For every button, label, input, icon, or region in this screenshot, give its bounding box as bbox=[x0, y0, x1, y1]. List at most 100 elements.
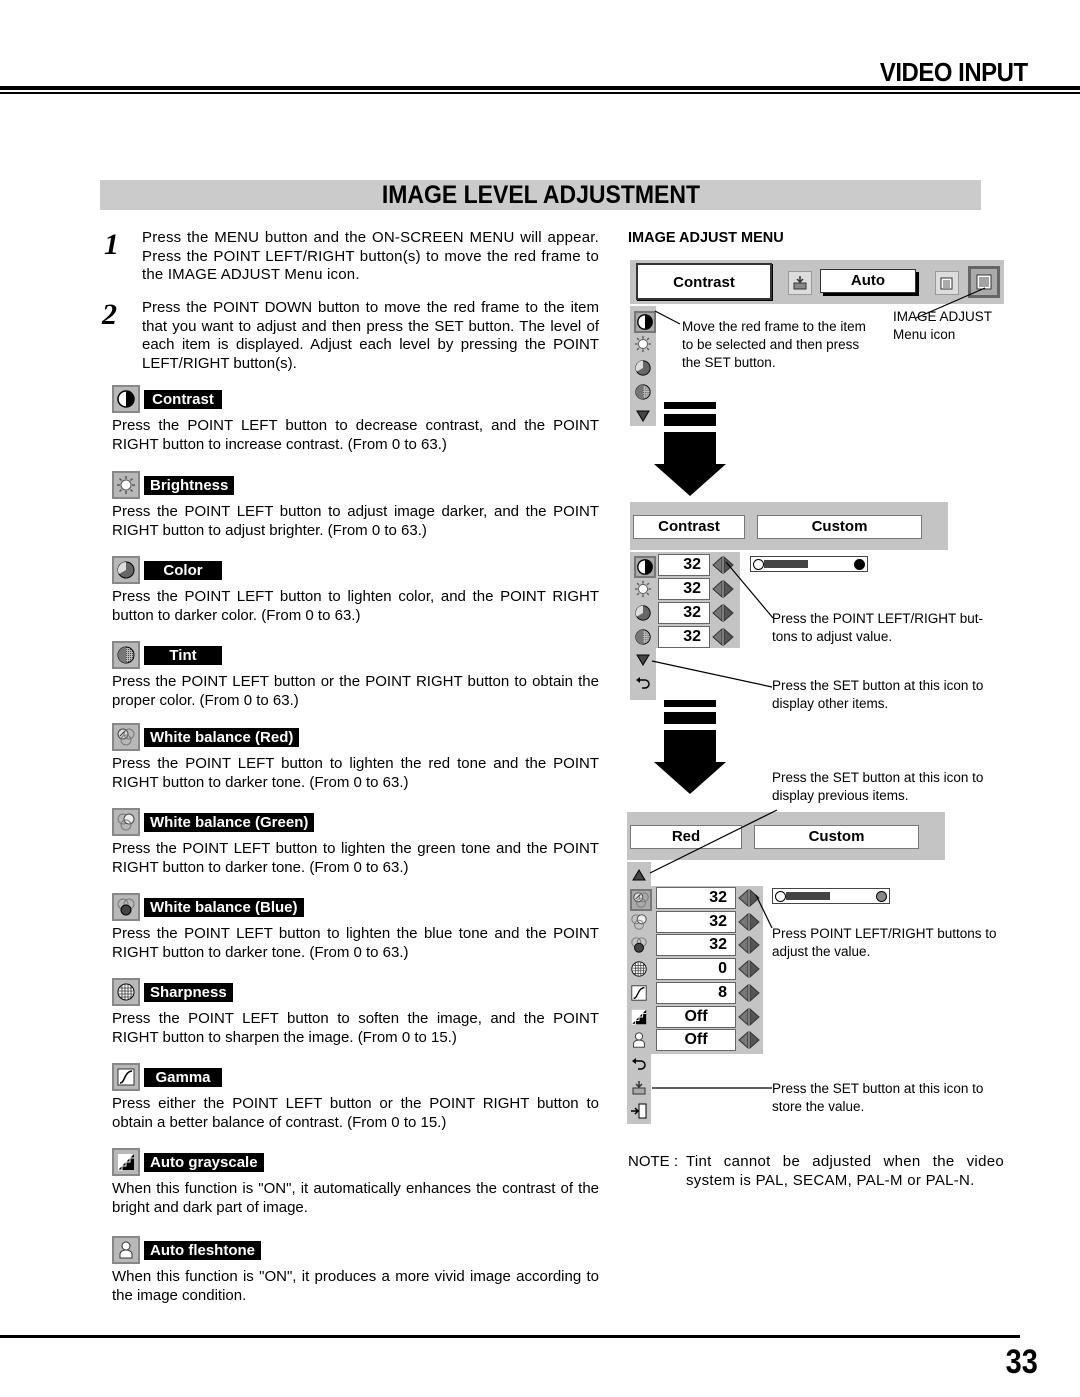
menu2-top-bar: Contrast Custom bbox=[630, 502, 948, 550]
menu2-mode-value[interactable]: Custom bbox=[757, 515, 922, 539]
slider-max-knob bbox=[854, 559, 865, 570]
left-right-arrows-icon[interactable] bbox=[738, 1007, 760, 1026]
page-title-banner: IMAGE LEVEL ADJUSTMENT bbox=[100, 180, 981, 210]
value-field[interactable]: 32 bbox=[658, 578, 710, 600]
reset-icon[interactable] bbox=[630, 1056, 648, 1074]
item-label: Sharpness bbox=[144, 982, 233, 1002]
item-label: Contrast bbox=[144, 389, 222, 409]
left-right-arrows-icon[interactable] bbox=[712, 627, 734, 647]
tint-icon[interactable] bbox=[634, 383, 652, 401]
left-right-arrows-icon[interactable] bbox=[738, 912, 760, 931]
value-field[interactable]: 32 bbox=[656, 910, 736, 933]
item-auto-grayscale: Auto grayscale When this function is "ON"… bbox=[112, 1148, 599, 1217]
menu3-level-slider[interactable] bbox=[772, 888, 890, 904]
item-auto-fleshtone: Auto fleshtone When this function is "ON"… bbox=[112, 1236, 599, 1305]
item-label: Auto grayscale bbox=[144, 1152, 264, 1172]
gamma-icon[interactable] bbox=[630, 984, 648, 1002]
value-field[interactable]: 8 bbox=[656, 981, 736, 1004]
item-description: Press the POINT LEFT button to lighten t… bbox=[112, 840, 599, 876]
item-description: Press the POINT LEFT button to decrease … bbox=[112, 417, 599, 453]
left-right-arrows-icon[interactable] bbox=[738, 959, 760, 979]
value-field[interactable]: 32 bbox=[656, 934, 736, 957]
section-title: VIDEO INPUT bbox=[880, 57, 1028, 87]
tint-icon bbox=[112, 641, 140, 669]
tint-icon[interactable] bbox=[634, 628, 652, 646]
page-down-icon[interactable] bbox=[634, 651, 652, 669]
menu2-callout-next: Press the SET button at this icon to dis… bbox=[772, 678, 984, 711]
white-balance-red-icon[interactable] bbox=[630, 889, 652, 911]
item-contrast: Contrast Press the POINT LEFT button to d… bbox=[112, 385, 599, 454]
reset-icon[interactable] bbox=[634, 675, 652, 693]
value-field[interactable]: Off bbox=[656, 1029, 736, 1052]
contrast-icon[interactable] bbox=[634, 311, 656, 333]
down-arrow-icon bbox=[654, 700, 726, 794]
menu3-field-label[interactable]: Red bbox=[630, 825, 742, 849]
left-right-arrows-icon[interactable] bbox=[712, 579, 734, 599]
item-label: White balance (Green) bbox=[144, 812, 315, 832]
value-field[interactable]: 0 bbox=[656, 958, 736, 981]
image-adjust-menu-icon[interactable] bbox=[968, 266, 1000, 298]
item-description: When this function is "ON", it automatic… bbox=[112, 1180, 599, 1216]
item-white-balance-red: White balance (Red) Press the POINT LEFT … bbox=[112, 723, 599, 792]
brightness-icon[interactable] bbox=[634, 580, 652, 598]
page-up-icon[interactable] bbox=[630, 866, 648, 884]
store-icon[interactable] bbox=[630, 1079, 648, 1097]
page-down-icon[interactable] bbox=[634, 407, 652, 425]
item-label: Auto fleshtone bbox=[144, 1240, 261, 1260]
item-heading: Color bbox=[112, 556, 599, 584]
brightness-icon[interactable] bbox=[634, 335, 652, 353]
value-field[interactable]: 32 bbox=[658, 602, 710, 624]
page-number: 33 bbox=[1005, 1343, 1038, 1381]
item-label: Tint bbox=[144, 645, 222, 665]
item-description: Press the POINT LEFT button to soften th… bbox=[112, 1010, 599, 1046]
page-title: IMAGE LEVEL ADJUSTMENT bbox=[381, 181, 700, 209]
left-right-arrows-icon[interactable] bbox=[738, 888, 760, 908]
item-brightness: Brightness Press the POINT LEFT button to… bbox=[112, 471, 599, 540]
auto-fleshtone-icon bbox=[112, 1236, 140, 1264]
auto-grayscale-icon[interactable] bbox=[630, 1008, 648, 1026]
item-heading: Auto fleshtone bbox=[112, 1236, 599, 1264]
menu1-top-bar: Contrast Auto bbox=[630, 260, 1004, 304]
note-label: NOTE : bbox=[628, 1153, 679, 1170]
menu1-mode-value[interactable]: Auto bbox=[820, 269, 916, 293]
item-description: Press the POINT LEFT button to lighten c… bbox=[112, 588, 599, 624]
auto-fleshtone-icon[interactable] bbox=[630, 1031, 648, 1049]
value-field[interactable]: 32 bbox=[656, 887, 736, 909]
item-description: Press the POINT LEFT button to lighten t… bbox=[112, 755, 599, 791]
menu1-field-label[interactable]: Contrast bbox=[636, 263, 772, 300]
item-description: When this function is "ON", it produces … bbox=[112, 1268, 599, 1304]
white-balance-red-icon bbox=[112, 723, 140, 751]
value-field[interactable]: 32 bbox=[658, 554, 710, 576]
white-balance-blue-icon[interactable] bbox=[630, 936, 648, 954]
header-rule bbox=[0, 86, 1080, 90]
contrast-icon[interactable] bbox=[634, 556, 656, 578]
store-icon[interactable] bbox=[788, 271, 812, 295]
left-right-arrows-icon[interactable] bbox=[712, 603, 734, 623]
item-heading: White balance (Green) bbox=[112, 808, 599, 836]
note-text: Tint cannot be adjusted when the video s… bbox=[686, 1153, 1004, 1189]
left-right-arrows-icon[interactable] bbox=[738, 936, 760, 955]
image-select-icon[interactable] bbox=[935, 271, 959, 295]
value-field[interactable]: 32 bbox=[658, 626, 710, 648]
item-heading: Sharpness bbox=[112, 978, 599, 1006]
value-field[interactable]: Off bbox=[656, 1005, 736, 1028]
sharpness-icon[interactable] bbox=[630, 960, 648, 978]
menu1-callout-icon: IMAGE ADJUST Menu icon bbox=[893, 309, 992, 342]
step-number-2: 2 bbox=[102, 298, 117, 331]
menu2-field-label[interactable]: Contrast bbox=[633, 515, 745, 539]
left-right-arrows-icon[interactable] bbox=[712, 555, 734, 575]
item-color: Color Press the POINT LEFT button to ligh… bbox=[112, 556, 599, 625]
step-text-2: Press the POINT DOWN button to move the … bbox=[142, 299, 599, 372]
brightness-icon bbox=[112, 471, 140, 499]
left-right-arrows-icon[interactable] bbox=[738, 983, 760, 1002]
quit-icon[interactable] bbox=[630, 1102, 648, 1120]
color-icon[interactable] bbox=[634, 359, 652, 377]
color-icon[interactable] bbox=[634, 604, 652, 622]
item-label: Brightness bbox=[144, 475, 235, 495]
item-heading: Tint bbox=[112, 641, 599, 669]
step-number-1: 1 bbox=[104, 228, 119, 261]
white-balance-green-icon[interactable] bbox=[630, 913, 648, 931]
menu2-level-slider[interactable] bbox=[750, 556, 868, 572]
left-right-arrows-icon[interactable] bbox=[738, 1031, 760, 1050]
menu3-mode-value[interactable]: Custom bbox=[754, 825, 919, 849]
